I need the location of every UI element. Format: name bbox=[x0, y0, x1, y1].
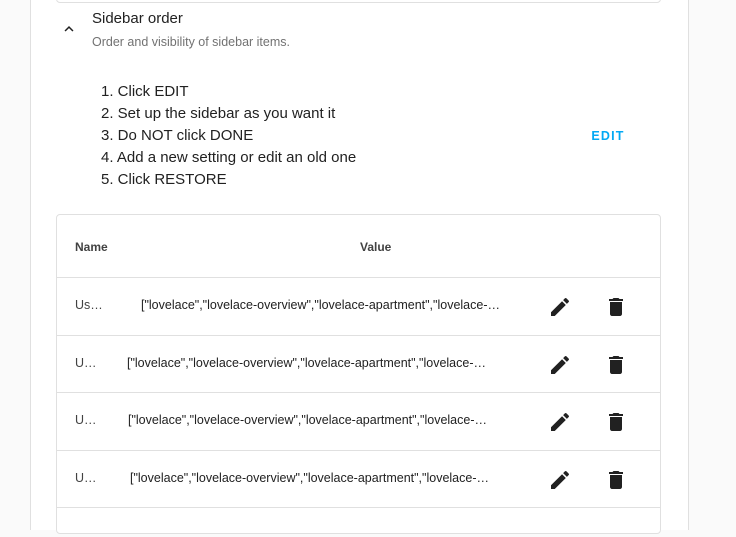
pencil-icon[interactable] bbox=[548, 468, 572, 492]
trash-icon[interactable] bbox=[604, 410, 628, 434]
row-value: ["lovelace","lovelace-overview","lovelac… bbox=[127, 356, 492, 370]
table-row bbox=[57, 507, 660, 537]
column-header-name: Name bbox=[75, 240, 108, 254]
instruction-step: 4. Add a new setting or edit an old one bbox=[101, 149, 357, 166]
row-name: U… bbox=[75, 413, 97, 427]
chevron-up-icon[interactable] bbox=[60, 20, 78, 38]
table-row: U… ["lovelace","lovelace-overview","love… bbox=[57, 392, 660, 450]
previous-panel-edge bbox=[56, 0, 661, 3]
row-value: ["lovelace","lovelace-overview","lovelac… bbox=[128, 413, 493, 427]
instruction-step: 1. Click EDIT bbox=[101, 83, 189, 100]
row-value: ["lovelace","lovelace-overview","lovelac… bbox=[141, 298, 506, 312]
row-value: ["lovelace","lovelace-overview","lovelac… bbox=[130, 471, 495, 485]
pencil-icon[interactable] bbox=[548, 295, 572, 319]
instruction-step: 3. Do NOT click DONE bbox=[101, 127, 254, 144]
edit-button[interactable]: EDIT bbox=[583, 125, 633, 147]
instructions-list: 1. Click EDIT 2. Set up the sidebar as y… bbox=[101, 81, 356, 191]
section-title: Sidebar order bbox=[92, 10, 183, 27]
row-name: Us… bbox=[75, 298, 103, 312]
trash-icon[interactable] bbox=[604, 295, 628, 319]
settings-table: Name Value Us… ["lovelace","lovelace-ove… bbox=[56, 214, 661, 534]
table-row: U… ["lovelace","lovelace-overview","love… bbox=[57, 450, 660, 508]
pencil-icon[interactable] bbox=[548, 410, 572, 434]
trash-icon[interactable] bbox=[604, 468, 628, 492]
column-header-value: Value bbox=[360, 240, 392, 254]
instruction-step: 2. Set up the sidebar as you want it bbox=[101, 105, 336, 122]
instruction-step: 5. Click RESTORE bbox=[101, 171, 227, 188]
row-name: U… bbox=[75, 356, 97, 370]
table-row: Us… ["lovelace","lovelace-overview","lov… bbox=[57, 277, 660, 335]
table-row: U… ["lovelace","lovelace-overview","love… bbox=[57, 335, 660, 393]
pencil-icon[interactable] bbox=[548, 353, 572, 377]
row-name: U… bbox=[75, 471, 97, 485]
trash-icon[interactable] bbox=[604, 353, 628, 377]
section-subtitle: Order and visibility of sidebar items. bbox=[92, 35, 290, 49]
